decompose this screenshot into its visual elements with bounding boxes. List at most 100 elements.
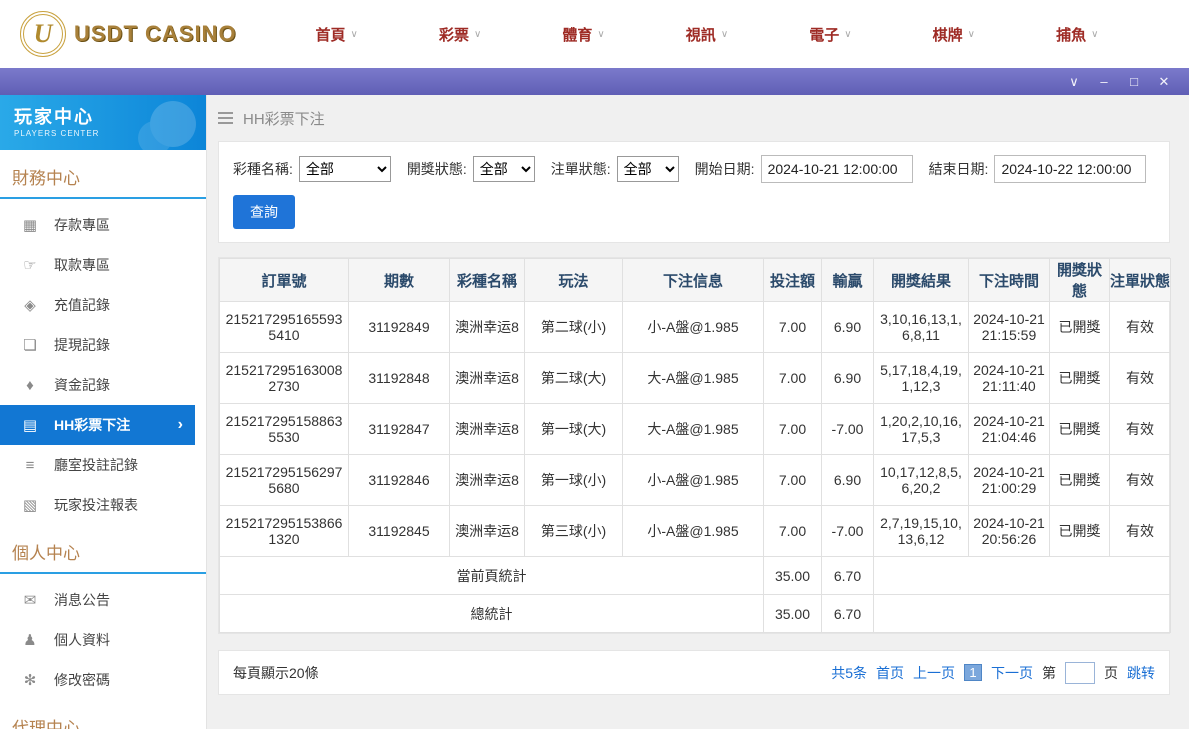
recharge-record-icon: ◈ (22, 296, 38, 314)
lottery-name-label: 彩種名稱: (233, 159, 293, 179)
column-header: 下注時間 (969, 259, 1050, 302)
content-area: HH彩票下注 彩種名稱: 全部 開獎狀態: 全部 注單狀態: 全部 (207, 95, 1189, 729)
nav-item-label: 首頁 (316, 24, 346, 45)
table-cell: 有效 (1110, 302, 1171, 353)
start-date-input[interactable] (761, 155, 913, 183)
table-cell: 澳洲幸运8 (450, 353, 525, 404)
sidebar-item-label: 玩家投注報表 (54, 495, 138, 515)
lottery-bet-icon: ▤ (22, 416, 38, 434)
draw-status-select[interactable]: 全部 (473, 156, 535, 182)
table-body: 215217295165593541031192849澳洲幸运8第二球(小)小-… (220, 302, 1171, 633)
column-header: 下注信息 (623, 259, 764, 302)
summary-empty (874, 595, 1171, 633)
column-header: 開獎狀態 (1050, 259, 1110, 302)
column-header: 期數 (349, 259, 450, 302)
sidebar-item-label: 個人資料 (54, 630, 110, 650)
nav-item-5[interactable]: 電子∨ (809, 24, 851, 45)
sidebar-item-修改密碼[interactable]: ✻修改密碼 (0, 660, 206, 700)
sidebar-item-取款專區[interactable]: ☞取款專區 (0, 245, 206, 285)
sidebar-sections: 財務中心 ▦ 存款專區 ☞取款專區◈充值記錄 ❏ 提現記錄 ♦資金記錄▤HH彩票下注›≡廳室… (0, 150, 206, 729)
cashout-record-icon: ❏ (22, 336, 38, 354)
maximize-icon[interactable]: □ (1119, 68, 1149, 95)
order-status-select[interactable]: 全部 (617, 156, 679, 182)
hamburger-menu-icon[interactable] (218, 117, 233, 119)
close-icon[interactable]: ✕ (1149, 68, 1179, 95)
sidebar-item-label: 提現記錄 (54, 335, 110, 355)
sidebar-item-消息公告[interactable]: ✉消息公告 (0, 580, 206, 620)
table-row: 215217295158863553031192847澳洲幸运8第一球(大)大-… (220, 404, 1171, 455)
table-cell: 第二球(小) (525, 302, 623, 353)
pager-controls: 共5条 首页 上一页 1 下一页 第 页 跳转 (831, 662, 1155, 684)
nav-item-label: 捕魚 (1056, 24, 1086, 45)
table-cell: 有效 (1110, 404, 1171, 455)
table-cell: 有效 (1110, 353, 1171, 404)
minimize-icon[interactable]: – (1089, 68, 1119, 95)
column-header: 訂單號 (220, 259, 349, 302)
table-cell: 31192849 (349, 302, 450, 353)
next-page-link[interactable]: 下一页 (991, 663, 1033, 683)
main-nav: 首頁∨彩票∨體育∨視訊∨電子∨棋牌∨捕魚∨ (265, 24, 1169, 45)
nav-item-1[interactable]: 首頁∨ (316, 24, 358, 45)
column-header: 注單狀態 (1110, 259, 1171, 302)
search-button[interactable]: 查詢 (233, 195, 295, 229)
table-cell: 2152172951562975680 (220, 455, 349, 506)
bets-table-card: 訂單號期數彩種名稱玩法下注信息投注額輸贏開獎結果下注時間開獎狀態注單狀態 215… (218, 257, 1170, 634)
chevron-down-icon: ∨ (721, 29, 728, 40)
sidebar-item-存款專區[interactable]: ▦ 存款專區 (0, 205, 206, 245)
page-jump-input[interactable] (1065, 662, 1095, 684)
lottery-name-select[interactable]: 全部 (299, 156, 391, 182)
nav-item-6[interactable]: 棋牌∨ (933, 24, 975, 45)
sidebar-section-title: 財務中心 (0, 150, 206, 199)
nav-item-label: 棋牌 (933, 24, 963, 45)
summary-bet-total: 35.00 (764, 595, 822, 633)
collapse-icon[interactable]: ∨ (1059, 68, 1089, 95)
end-date-input[interactable] (994, 155, 1146, 183)
sidebar-item-label: 存款專區 (54, 215, 110, 235)
nav-item-label: 體育 (562, 24, 592, 45)
column-header: 玩法 (525, 259, 623, 302)
table-cell: 有效 (1110, 506, 1171, 557)
sidebar-item-個人資料[interactable]: ♟個人資料 (0, 620, 206, 660)
table-cell: 2152172951630082730 (220, 353, 349, 404)
first-page-link[interactable]: 首页 (876, 663, 904, 683)
start-date-label: 開始日期: (695, 159, 755, 179)
table-cell: 第三球(小) (525, 506, 623, 557)
sidebar-item-提現記錄[interactable]: ❏ 提現記錄 (0, 325, 206, 365)
jump-button[interactable]: 跳转 (1127, 663, 1155, 683)
table-cell: 2024-10-21 21:04:46 (969, 404, 1050, 455)
sidebar-item-廳室投註記錄[interactable]: ≡廳室投註記錄 (0, 445, 206, 485)
filter-panel: 彩種名稱: 全部 開獎狀態: 全部 注單狀態: 全部 開始日期: 結束日期: (218, 141, 1170, 243)
table-cell: 31192846 (349, 455, 450, 506)
app-window: U USDT CASINO 首頁∨彩票∨體育∨視訊∨電子∨棋牌∨捕魚∨ ∨–□✕… (0, 0, 1189, 729)
column-header: 開獎結果 (874, 259, 969, 302)
table-row: 215217295163008273031192848澳洲幸运8第二球(大)大-… (220, 353, 1171, 404)
sidebar-title: 玩家中心 (14, 103, 206, 129)
table-cell: 2024-10-21 21:11:40 (969, 353, 1050, 404)
chevron-down-icon: ∨ (844, 29, 851, 40)
table-cell: 6.90 (822, 455, 874, 506)
nav-item-3[interactable]: 體育∨ (562, 24, 604, 45)
summary-win-loss: 6.70 (822, 557, 874, 595)
logo[interactable]: U USDT CASINO (20, 11, 265, 57)
table-cell: 2024-10-21 21:15:59 (969, 302, 1050, 353)
sidebar-item-HH彩票下注[interactable]: ▤HH彩票下注› (0, 405, 195, 445)
nav-item-7[interactable]: 捕魚∨ (1056, 24, 1098, 45)
table-cell: 2152172951655935410 (220, 302, 349, 353)
order-status-label: 注單狀態: (551, 159, 611, 179)
nav-item-label: 彩票 (439, 24, 469, 45)
sidebar-item-玩家投注報表[interactable]: ▧玩家投注報表 (0, 485, 206, 525)
deposit-icon: ▦ (22, 216, 38, 234)
sidebar-item-資金記錄[interactable]: ♦資金記錄 (0, 365, 206, 405)
total-count: 共5条 (831, 663, 867, 683)
table-cell: 6.90 (822, 353, 874, 404)
prev-page-link[interactable]: 上一页 (913, 663, 955, 683)
logo-text: USDT CASINO (74, 21, 237, 47)
sidebar-item-充值記錄[interactable]: ◈充值記錄 (0, 285, 206, 325)
table-cell: 2,7,19,15,10,13,6,12 (874, 506, 969, 557)
nav-item-2[interactable]: 彩票∨ (439, 24, 481, 45)
summary-row: 總統計35.006.70 (220, 595, 1171, 633)
nav-item-4[interactable]: 視訊∨ (686, 24, 728, 45)
table-cell: 已開獎 (1050, 455, 1110, 506)
table-cell: 小-A盤@1.985 (623, 302, 764, 353)
sidebar-item-label: 資金記錄 (54, 375, 110, 395)
